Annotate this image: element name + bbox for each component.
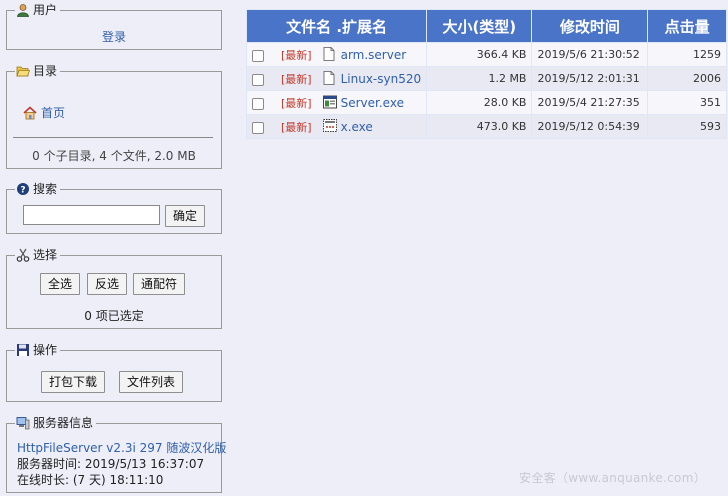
floppy-disk-icon [16, 343, 30, 357]
column-header-modified[interactable]: 修改时间 [531, 9, 649, 43]
table-row: [最新] Server.exe 28.0 KB 2019/5/4 21:27:3… [245, 90, 727, 115]
invert-selection-button[interactable]: 反选 [87, 273, 128, 295]
server-uptime: 在线时长: (7 天) 18:11:10 [17, 473, 164, 487]
actions-panel: 操作 打包下载 文件列表 [6, 342, 222, 402]
table-row: [最新] x.exe 473.0 KB 2019/5/12 0:54:39 59… [245, 114, 727, 139]
file-table-header-row: 文件名 .扩展名 大小(类型) 修改时间 点击量 [245, 9, 727, 43]
open-folder-icon [16, 64, 31, 78]
svg-text:?: ? [20, 186, 25, 196]
home-icon [23, 105, 37, 120]
file-name-link[interactable]: x.exe [341, 120, 373, 134]
watermark-text: 安全客（www.anquanke.com） [519, 471, 706, 485]
file-name-link[interactable]: Server.exe [341, 96, 404, 110]
scissors-icon [16, 248, 30, 262]
user-icon [16, 3, 30, 17]
file-size: 1.2 MB [426, 66, 533, 91]
help-icon: ? [16, 182, 30, 196]
server-time: 服务器时间: 2019/5/13 16:37:07 [17, 457, 205, 471]
table-row: [最新] arm.server 366.4 KB 2019/5/6 21:30:… [245, 42, 727, 67]
selection-status: 0 项已选定 [84, 309, 144, 323]
select-panel-title: 选择 [33, 248, 58, 262]
server-info-panel-legend: 服务器信息 [15, 415, 97, 431]
new-tag: [最新] [281, 72, 312, 86]
file-name-cell: [最新] x.exe [245, 114, 428, 139]
file-hits: 2006 [647, 66, 727, 91]
exe-dashed-icon [323, 118, 338, 133]
actions-panel-title: 操作 [33, 343, 58, 357]
home-link[interactable]: 首页 [41, 104, 65, 121]
file-name-cell: [最新] Linux-syn520 [245, 66, 428, 91]
column-header-hits[interactable]: 点击量 [647, 9, 727, 43]
file-name-cell: [最新] Server.exe [245, 90, 428, 115]
file-icon [323, 70, 337, 85]
file-hits: 593 [647, 114, 727, 139]
server-info-panel: 服务器信息 HttpFileServer v2.3i 297 随波汉化版 服务器… [6, 415, 226, 493]
home-link-row[interactable]: 首页 [23, 104, 65, 121]
file-name-link[interactable]: Linux-syn520 [341, 72, 422, 86]
column-header-size[interactable]: 大小(类型) [426, 9, 533, 43]
folder-panel-legend: 目录 [15, 63, 61, 79]
new-tag: [最新] [281, 48, 312, 62]
table-row: [最新] Linux-syn520 1.2 MB 2019/5/12 2:01:… [245, 66, 727, 91]
select-panel-legend: 选择 [15, 247, 61, 263]
file-list-button[interactable]: 文件列表 [119, 371, 184, 393]
file-name-link[interactable]: arm.server [341, 48, 407, 62]
file-modified: 2019/5/12 0:54:39 [531, 114, 649, 139]
server-computer-icon [16, 416, 30, 430]
select-panel: 选择 全选 反选 通配符 0 项已选定 [6, 247, 222, 329]
search-submit-button[interactable]: 确定 [165, 205, 206, 227]
search-panel: ? 搜索 确定 [6, 181, 222, 234]
file-modified: 2019/5/4 21:27:35 [531, 90, 649, 115]
window-app-icon [323, 95, 338, 109]
file-modified: 2019/5/6 21:30:52 [531, 42, 649, 67]
new-tag: [最新] [281, 96, 312, 110]
file-hits: 351 [647, 90, 727, 115]
file-size: 473.0 KB [426, 114, 533, 139]
row-checkbox[interactable] [252, 73, 264, 86]
search-panel-legend: ? 搜索 [15, 181, 61, 197]
folder-divider [13, 137, 213, 138]
user-panel: 用户 登录 [6, 2, 222, 50]
zip-download-button[interactable]: 打包下载 [41, 371, 106, 393]
file-size: 28.0 KB [426, 90, 533, 115]
search-panel-title: 搜索 [33, 182, 58, 196]
file-icon [323, 46, 337, 61]
wildcard-select-button[interactable]: 通配符 [133, 273, 186, 295]
folder-panel-title: 目录 [33, 64, 58, 78]
file-table: 文件名 .扩展名 大小(类型) 修改时间 点击量 [最新] arm.server… [245, 9, 727, 139]
folder-summary: 0 个子目录, 4 个文件, 2.0 MB [32, 149, 196, 163]
user-panel-legend: 用户 [15, 2, 61, 18]
file-name-cell: [最新] arm.server [245, 42, 428, 67]
select-all-button[interactable]: 全选 [40, 273, 81, 295]
file-modified: 2019/5/12 2:01:31 [531, 66, 649, 91]
row-checkbox[interactable] [252, 121, 264, 134]
actions-panel-legend: 操作 [15, 342, 61, 358]
login-link[interactable]: 登录 [102, 30, 126, 44]
server-info-panel-title: 服务器信息 [33, 416, 94, 430]
folder-panel: 目录 首页 0 个子目录, 4 个文件, 2.0 MB [6, 63, 222, 169]
column-header-name[interactable]: 文件名 .扩展名 [245, 9, 428, 43]
server-version-link[interactable]: HttpFileServer v2.3i 297 随波汉化版 [17, 440, 226, 456]
user-panel-title: 用户 [33, 3, 58, 17]
row-checkbox[interactable] [252, 49, 264, 62]
file-size: 366.4 KB [426, 42, 533, 67]
file-hits: 1259 [647, 42, 727, 67]
search-input[interactable] [23, 205, 160, 225]
new-tag: [最新] [281, 120, 312, 134]
row-checkbox[interactable] [252, 97, 264, 110]
